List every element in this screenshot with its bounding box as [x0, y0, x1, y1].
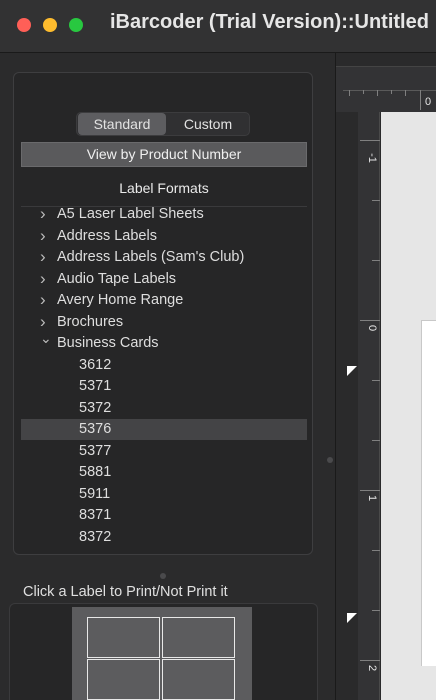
tab-standard[interactable]: Standard	[78, 113, 166, 135]
category-row[interactable]: ⌄ Business Cards	[21, 330, 307, 354]
ruler-label: 0	[425, 96, 432, 108]
tree-row-label: 5376	[79, 421, 112, 437]
label-format-item[interactable]: 3612	[21, 355, 307, 376]
ruler-baseline	[343, 90, 436, 91]
label-cell[interactable]	[87, 659, 160, 700]
label-format-item[interactable]: 5377	[21, 441, 307, 462]
tree-row-label: Brochures	[57, 313, 124, 330]
tree-row-label: Business Cards	[57, 335, 159, 351]
tree-row-label: Avery Home Range	[57, 292, 184, 308]
tree-row-label: Audio Tape Labels	[57, 270, 177, 287]
ruler-label: 1	[366, 494, 379, 502]
ruler-tick	[360, 140, 380, 141]
ruler-tick	[372, 380, 380, 381]
tree-row-label: Address Labels (Sam's Club)	[57, 249, 245, 265]
tree-row-label: 5881	[79, 464, 112, 480]
tree-row-label: 8371	[79, 507, 112, 523]
minimize-window-button[interactable]	[43, 18, 57, 32]
tree-row-label: 5377	[79, 442, 112, 459]
ruler-tick	[349, 90, 350, 96]
horizontal-ruler	[336, 66, 436, 112]
ruler-tick	[372, 550, 380, 551]
label-format-item[interactable]: 5911	[21, 484, 307, 505]
ruler-tick	[360, 490, 380, 491]
category-row[interactable]: › Avery Home Range	[21, 290, 307, 311]
tree-row-label: 5911	[79, 485, 111, 502]
horizontal-splitter-handle[interactable]	[160, 573, 166, 579]
tree-row-label: 8372	[79, 528, 112, 545]
ruler-tick	[363, 90, 364, 94]
label-cell[interactable]	[87, 617, 160, 658]
category-row[interactable]: › Address Labels (Sam's Club)	[21, 247, 307, 268]
title-bar: iBarcoder (Trial Version)::Untitled	[0, 0, 436, 53]
label-format-item[interactable]: 5881	[21, 462, 307, 483]
ruler-tick	[377, 90, 378, 96]
category-row[interactable]: › Address Labels	[21, 226, 307, 247]
ruler-tick	[420, 90, 421, 110]
label-grid	[87, 617, 237, 700]
tree-row-label: 5371	[79, 378, 112, 394]
chevron-right-icon[interactable]: ›	[40, 289, 46, 310]
window-title: iBarcoder (Trial Version)::Untitled	[110, 11, 429, 33]
ruler-tick	[372, 260, 380, 261]
tab-custom[interactable]: Custom	[167, 113, 249, 135]
tree-row-label: Address Labels	[57, 227, 157, 244]
ruler-tick	[405, 90, 406, 96]
print-toggle-caption: Click a Label to Print/Not Print it	[23, 584, 228, 600]
label-cell[interactable]	[162, 659, 235, 700]
label-format-item[interactable]: 8371	[21, 505, 307, 526]
app-window: iBarcoder (Trial Version)::Untitled ⌕ St…	[0, 0, 436, 700]
ruler-tick	[372, 610, 380, 611]
label-canvas[interactable]	[421, 320, 436, 666]
ruler-label: 0	[366, 324, 379, 332]
category-row[interactable]: › A5 Laser Label Sheets	[21, 204, 307, 225]
ruler-label: -1	[365, 153, 378, 163]
chevron-right-icon[interactable]: ›	[40, 225, 46, 246]
tree-row-label: A5 Laser Label Sheets	[57, 206, 204, 222]
format-type-segmented-control: Standard Custom	[76, 112, 250, 136]
vertical-splitter-handle[interactable]	[327, 457, 333, 463]
label-format-item[interactable]: 5371	[21, 376, 307, 397]
bottom-margin-marker[interactable]	[347, 613, 357, 623]
tree-row-label: 3612	[79, 356, 112, 373]
label-cell[interactable]	[162, 617, 235, 658]
label-format-item[interactable]: 5376	[21, 419, 307, 440]
top-margin-marker[interactable]	[347, 366, 357, 376]
ruler-label: 2	[366, 664, 379, 672]
label-formats-header: Label Formats	[21, 172, 307, 207]
chevron-right-icon[interactable]: ›	[40, 268, 46, 289]
category-row[interactable]: › Audio Tape Labels	[21, 269, 307, 290]
chevron-right-icon[interactable]: ›	[40, 246, 46, 267]
close-window-button[interactable]	[17, 18, 31, 32]
maximize-window-button[interactable]	[69, 18, 83, 32]
label-format-item[interactable]: 5372	[21, 398, 307, 419]
ruler-tick	[360, 320, 380, 321]
chevron-right-icon[interactable]: ›	[40, 203, 46, 224]
tree-row-label: 5372	[79, 399, 112, 416]
ruler-tick	[372, 440, 380, 441]
label-format-item[interactable]: 8372	[21, 527, 307, 548]
view-by-product-number-button[interactable]: View by Product Number	[21, 142, 307, 167]
chevron-down-icon[interactable]: ⌄	[40, 328, 52, 349]
ruler-tick	[391, 90, 392, 94]
ruler-tick	[360, 660, 380, 661]
category-row[interactable]: › Brochures	[21, 312, 307, 333]
ruler-tick	[372, 200, 380, 201]
